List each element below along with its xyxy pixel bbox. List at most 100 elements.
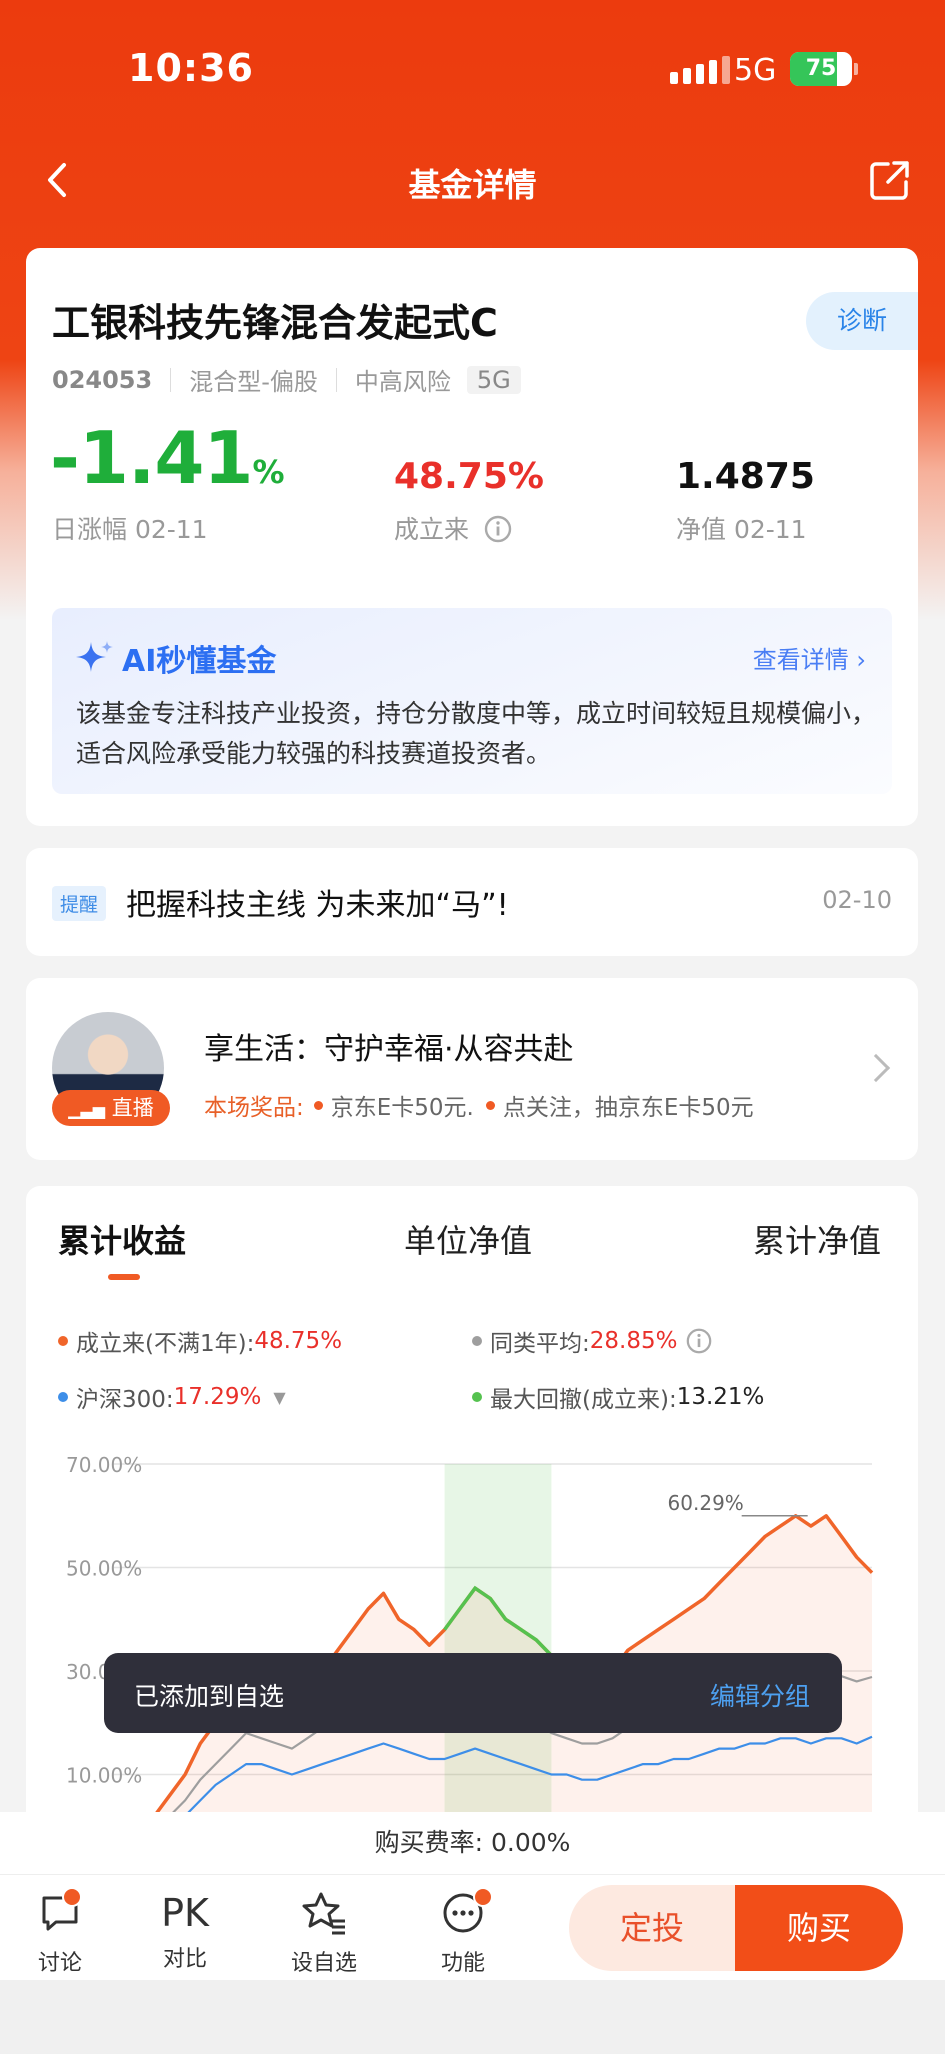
live-prizes: 本场奖品: 京东E卡50元. 点关注，抽京东E卡50元: [204, 1088, 754, 1122]
chevron-right-icon[interactable]: [861, 1053, 891, 1083]
battery-icon: 75: [790, 52, 852, 86]
performance-card: 累计收益 单位净值 累计净值 成立来(不满1年): 48.75% 同类平均: 28.…: [26, 1186, 918, 1906]
legend-category-avg: 同类平均: 28.85%: [472, 1324, 713, 1358]
daily-change-value: -1.41: [50, 416, 254, 500]
star-list-icon: [302, 1892, 345, 1935]
share-icon[interactable]: [868, 158, 912, 202]
ai-more-text: 查看详情: [752, 646, 849, 674]
nav-label: 净值 02-11: [676, 515, 807, 544]
live-badge[interactable]: ▁▃▅ 直播: [52, 1090, 170, 1126]
legend-drawdown-value: 13.21%: [676, 1384, 765, 1410]
active-tab-indicator: [108, 1274, 140, 1280]
fund-risk: 中高风险: [354, 368, 451, 396]
fund-summary-card: 工银科技先锋混合发起式C 诊断 024053 混合型-偏股 中高风险 5G -1…: [26, 248, 918, 826]
status-time: 10:36: [128, 46, 254, 90]
fund-name: 工银科技先锋混合发起式C: [52, 301, 498, 345]
info-icon[interactable]: [483, 514, 513, 544]
legend-drawdown: 最大回撤(成立来): 13.21%: [472, 1380, 764, 1414]
prize-label: 本场奖品:: [204, 1095, 304, 1121]
daily-change-label: 日涨幅 02-11: [52, 515, 208, 544]
ai-more-link[interactable]: 查看详情 ›: [753, 640, 866, 675]
y-tick-label: 10.00%: [66, 1764, 142, 1788]
network-label: 5G: [734, 53, 777, 88]
home-indicator-area: [0, 1980, 945, 2054]
legend-fund-label: 成立来(不满1年):: [76, 1331, 255, 1357]
ai-title: AI秒懂基金: [122, 644, 277, 679]
page-title: 基金详情: [408, 166, 537, 204]
toast-text: 已添加到自选: [134, 1682, 285, 1711]
tab-accumulated-nav[interactable]: 累计净值: [753, 1216, 881, 1262]
legend-hs300-value: 17.29%: [173, 1384, 262, 1410]
prize-item: 点关注，抽京东E卡50元: [502, 1095, 754, 1121]
daily-change: -1.41%: [50, 416, 285, 500]
status-bar: 10:36 5G 75: [0, 0, 945, 140]
tab-unit-nav[interactable]: 单位净值: [404, 1216, 532, 1262]
bottom-bar: 讨论 PK 对比 设自选 功能 定投 购买: [0, 1874, 945, 1980]
legend-category-value: 28.85%: [589, 1328, 678, 1354]
y-tick-label: 50.00%: [66, 1557, 142, 1581]
chart-tabs: 累计收益 单位净值 累计净值: [26, 1216, 926, 1276]
live-card[interactable]: ▁▃▅ 直播 享生活：守护幸福·从容共赴 本场奖品: 京东E卡50元. 点关注，…: [26, 978, 918, 1160]
battery-tip: [854, 63, 858, 75]
since-inception-label-text: 成立来: [394, 515, 470, 544]
daily-change-unit: %: [252, 453, 285, 491]
compare-label: 对比: [162, 1947, 207, 1972]
legend-category-label: 同类平均:: [490, 1331, 590, 1357]
bullet: [485, 1100, 495, 1110]
legend-dot: [58, 1392, 68, 1402]
since-inception-label: 成立来: [394, 510, 513, 546]
legend-hs300[interactable]: 沪深300: 17.29% ▼: [58, 1380, 286, 1414]
purchase-fee: 购买费率: 0.00%: [0, 1812, 945, 1874]
info-icon[interactable]: [685, 1327, 713, 1355]
fund-code: 024053: [52, 365, 153, 394]
notification-dot: [473, 1887, 493, 1907]
discuss-button[interactable]: 讨论: [0, 1887, 120, 1977]
legend-fund-value: 48.75%: [254, 1328, 343, 1354]
legend-dot: [472, 1392, 482, 1402]
divider: [170, 367, 172, 392]
legend-fund: 成立来(不满1年): 48.75%: [58, 1324, 342, 1358]
legend-drawdown-label: 最大回撤(成立来):: [490, 1387, 677, 1413]
toast: 已添加到自选 编辑分组: [104, 1653, 842, 1733]
bullet: [313, 1100, 323, 1110]
notice-card[interactable]: 提醒 把握科技主线 为未来加“马”! 02-10: [26, 848, 918, 956]
fund-meta: 024053 混合型-偏股 中高风险 5G: [52, 362, 521, 397]
functions-label: 功能: [440, 1951, 485, 1976]
sparkle-icon: [76, 641, 113, 672]
diagnose-button[interactable]: 诊断: [806, 292, 918, 350]
compare-icon: PK: [161, 1891, 209, 1935]
y-tick-label: 70.00%: [66, 1453, 142, 1477]
live-bars-icon: ▁▃▅: [68, 1100, 106, 1119]
caret-down-icon[interactable]: ▼: [273, 1388, 285, 1407]
battery-level: 75: [805, 56, 837, 81]
since-inception-value: 48.75%: [394, 456, 544, 497]
fund-tag[interactable]: 5G: [466, 365, 521, 394]
functions-button[interactable]: 功能: [403, 1887, 523, 1977]
peak-annotation: 60.29%: [668, 1491, 744, 1515]
signal-icon: [670, 56, 730, 84]
live-label: 直播: [111, 1096, 154, 1120]
watchlist-label: 设自选: [290, 1951, 357, 1976]
notice-text: 把握科技主线 为未来加“马”!: [126, 888, 509, 923]
notice-tag: 提醒: [52, 886, 107, 921]
add-watchlist-button[interactable]: 设自选: [264, 1891, 384, 1977]
prize-item: 京东E卡50元.: [330, 1095, 474, 1121]
ai-description: 该基金专注科技产业投资，持仓分散度中等，成立时间较短且规模偏小，适合风险承受能力…: [76, 699, 877, 768]
sip-button[interactable]: 定投: [569, 1885, 735, 1971]
edit-group-button[interactable]: 编辑分组: [710, 1677, 810, 1713]
ai-summary-panel[interactable]: AI秒懂基金 查看详情 › 该基金专注科技产业投资，持仓分散度中等，成立时间较短…: [52, 608, 892, 794]
nav-value: 1.4875: [676, 456, 815, 497]
notice-date: 02-10: [822, 886, 892, 914]
discuss-label: 讨论: [37, 1951, 82, 1976]
legend-dot: [58, 1336, 68, 1346]
compare-button[interactable]: PK 对比: [125, 1891, 245, 1973]
legend-hs300-label: 沪深300:: [76, 1387, 174, 1413]
performance-chart[interactable]: 70.00%50.00%30.00%10.00%60.29%: [26, 1442, 918, 1822]
chevron-right-icon: ›: [856, 646, 866, 674]
legend-dot: [472, 1336, 482, 1346]
tab-cumulative-return[interactable]: 累计收益: [58, 1216, 186, 1262]
fund-type: 混合型-偏股: [189, 368, 318, 396]
live-title: 享生活：守护幸福·从容共赴: [204, 1032, 574, 1067]
buy-button[interactable]: 购买: [735, 1885, 903, 1971]
divider: [335, 367, 337, 392]
